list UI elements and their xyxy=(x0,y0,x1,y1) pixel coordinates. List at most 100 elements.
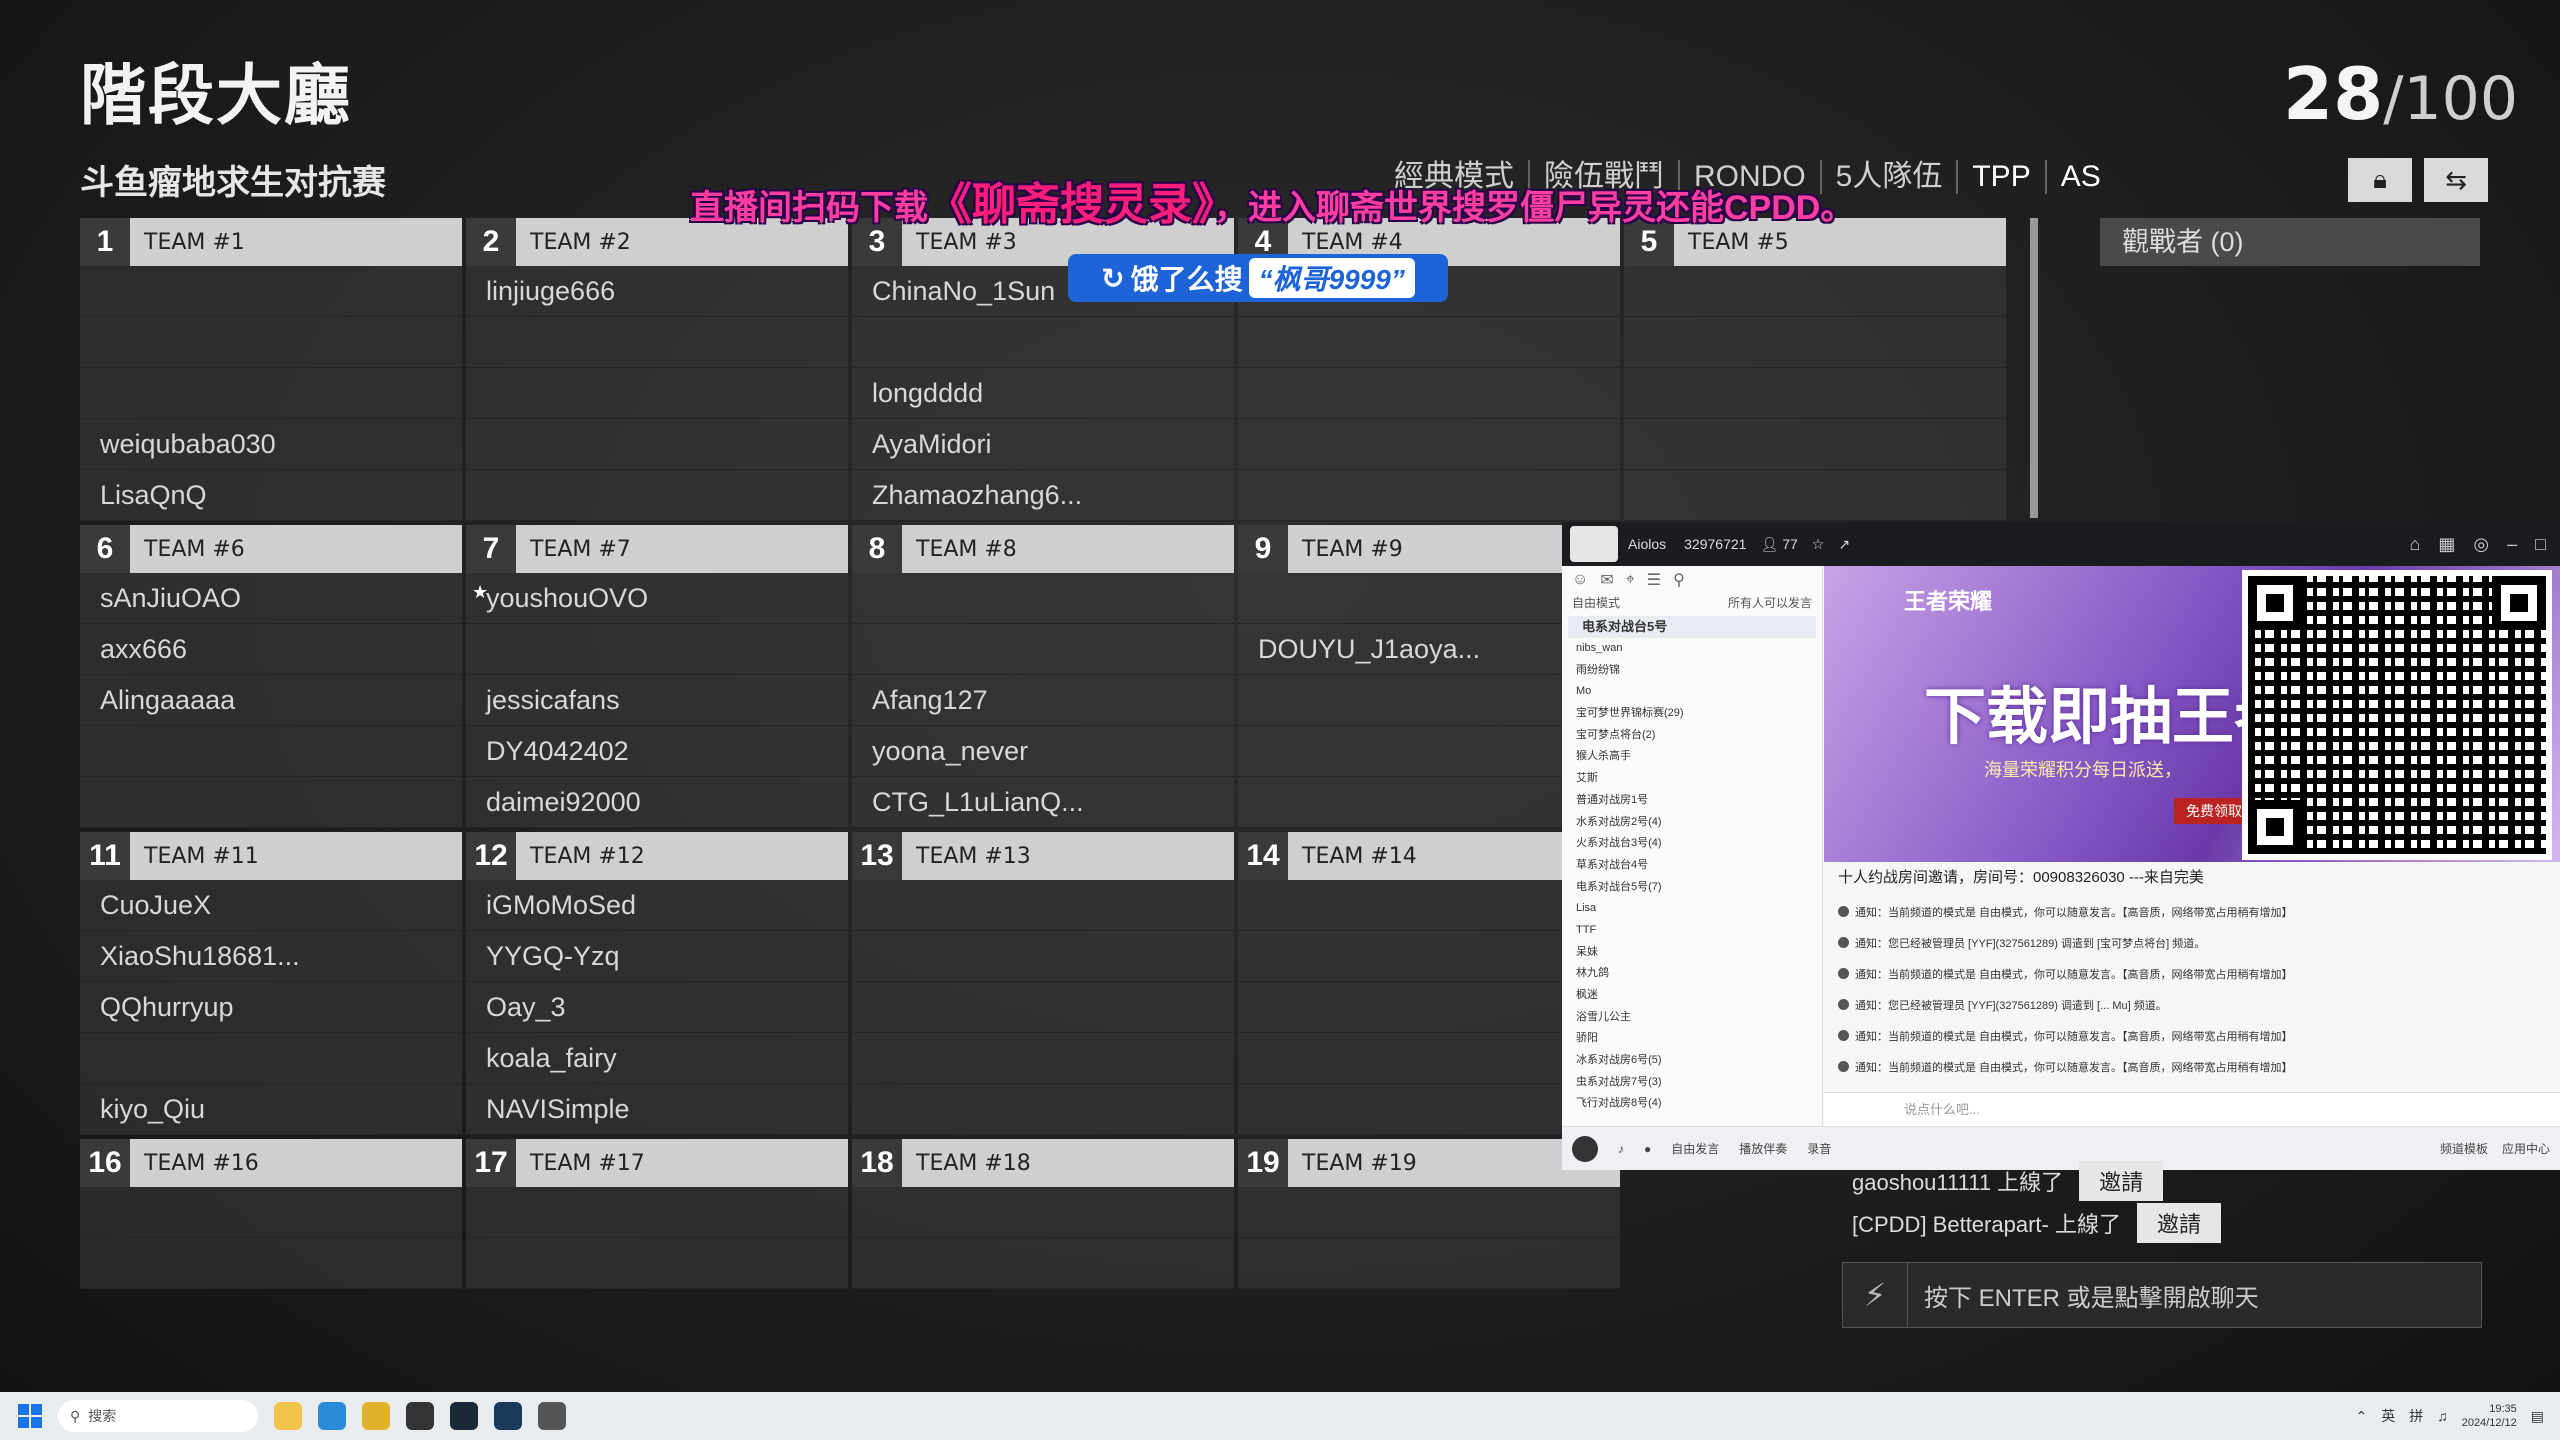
channel-tree-item[interactable]: Lisa xyxy=(1576,898,1822,920)
ime-mode[interactable]: 拼 xyxy=(2409,1406,2423,1426)
player-slot[interactable] xyxy=(1238,1238,1620,1289)
player-slot[interactable]: yoona_never xyxy=(852,726,1234,777)
team-header[interactable]: 18 TEAM #18 xyxy=(852,1139,1234,1187)
gamepad-icon[interactable]: ◎ xyxy=(2473,534,2489,555)
record-button[interactable]: 录音 xyxy=(1807,1140,1831,1157)
channel-tree-item[interactable]: 雨纷纷锦 xyxy=(1576,660,1822,682)
player-slot[interactable] xyxy=(466,317,848,368)
player-slot[interactable] xyxy=(1624,266,2006,317)
player-slot[interactable]: CTG_L1uLianQ... xyxy=(852,777,1234,828)
steam-icon[interactable] xyxy=(450,1402,478,1430)
lock-button[interactable]: 🔒︎ xyxy=(2348,158,2412,202)
channel-mode[interactable]: 自由模式 所有人可以发言 xyxy=(1562,594,1822,616)
channel-tree-item[interactable]: 呆妹 xyxy=(1576,942,1822,964)
team-header[interactable]: 16 TEAM #16 xyxy=(80,1139,462,1187)
player-slot[interactable] xyxy=(852,931,1234,982)
notification-icon[interactable]: ▤ xyxy=(2531,1408,2544,1425)
player-slot[interactable] xyxy=(852,573,1234,624)
ad-banner[interactable]: 王者荣耀 下载即抽王者 海量荣耀积分每日派送， 免费领取 xyxy=(1824,566,2560,862)
avatar[interactable] xyxy=(1570,526,1618,562)
app-icon[interactable] xyxy=(494,1402,522,1430)
player-slot[interactable] xyxy=(852,1033,1234,1084)
spectators-panel[interactable]: 觀戰者 (0) xyxy=(2100,218,2480,266)
team-header[interactable]: 7 TEAM #7 xyxy=(466,525,848,573)
lobby-chat-input[interactable]: ⚡︎ 按下 ENTER 或是點擊開啟聊天 xyxy=(1842,1262,2482,1328)
channel-tree-item[interactable]: 宝可梦点将台(2) xyxy=(1576,725,1822,747)
player-slot[interactable]: CuoJueX xyxy=(80,880,462,931)
swap-button[interactable]: ⇆ xyxy=(2424,158,2488,202)
star-icon[interactable]: ☆ xyxy=(1812,536,1825,553)
app-username[interactable]: Aiolos xyxy=(1628,536,1666,552)
team-header[interactable]: 13 TEAM #13 xyxy=(852,832,1234,880)
player-slot[interactable] xyxy=(852,982,1234,1033)
player-slot[interactable] xyxy=(466,368,848,419)
player-slot[interactable] xyxy=(1624,317,2006,368)
player-slot[interactable] xyxy=(466,1238,848,1289)
free-speak-button[interactable]: 自由发言 xyxy=(1671,1140,1719,1157)
team-list-scrollbar[interactable] xyxy=(2030,218,2038,518)
share-icon[interactable]: ↗ xyxy=(1838,536,1850,553)
channel-tree-item[interactable]: 水系对战房2号(4) xyxy=(1576,812,1822,834)
player-slot[interactable] xyxy=(466,419,848,470)
channel-tree-item[interactable]: 猴人杀高手 xyxy=(1576,746,1822,768)
channel-tree-item[interactable]: 草系对战台4号 xyxy=(1576,855,1822,877)
player-slot[interactable]: Oay_3 xyxy=(466,982,848,1033)
channel-template-button[interactable]: 频道模板 xyxy=(2440,1140,2488,1157)
player-slot[interactable] xyxy=(466,470,848,521)
player-slot[interactable]: linjiuge666 xyxy=(466,266,848,317)
player-slot[interactable] xyxy=(80,1187,462,1238)
player-slot[interactable]: sAnJiuOAO xyxy=(80,573,462,624)
chevron-up-icon[interactable]: ⌃ xyxy=(2355,1408,2367,1425)
player-slot[interactable] xyxy=(852,624,1234,675)
player-slot[interactable]: Afang127 xyxy=(852,675,1234,726)
player-slot[interactable] xyxy=(80,266,462,317)
player-slot[interactable] xyxy=(1238,419,1620,470)
app-icon[interactable] xyxy=(406,1402,434,1430)
player-slot[interactable] xyxy=(1624,419,2006,470)
app-center-button[interactable]: 应用中心 xyxy=(2502,1140,2550,1157)
player-slot[interactable] xyxy=(466,1187,848,1238)
room-invite-line[interactable]: 十人约战房间邀请，房间号：00908326030 ---来自完美 xyxy=(1838,866,2204,887)
search-icon[interactable]: ⚲ xyxy=(1673,570,1685,590)
player-slot[interactable] xyxy=(1624,470,2006,521)
app-icon[interactable] xyxy=(538,1402,566,1430)
chat-icon[interactable]: ✉ xyxy=(1600,570,1613,590)
channel-tree-item[interactable]: nibs_wan xyxy=(1576,638,1822,660)
channel-tree-item[interactable]: 艾斯 xyxy=(1576,768,1822,790)
player-slot[interactable]: QQhurryup xyxy=(80,982,462,1033)
player-slot[interactable]: youshouOVO ★ xyxy=(466,573,848,624)
player-slot[interactable] xyxy=(80,726,462,777)
player-slot[interactable]: NAVISimple xyxy=(466,1084,848,1135)
player-slot[interactable]: Zhamaozhang6... xyxy=(852,470,1234,521)
player-slot[interactable] xyxy=(852,880,1234,931)
mic-icon[interactable]: ● xyxy=(1644,1142,1651,1156)
file-explorer-icon[interactable] xyxy=(274,1402,302,1430)
invite-button[interactable]: 邀請 xyxy=(2136,1203,2221,1243)
player-slot[interactable]: iGMoMoSed xyxy=(466,880,848,931)
ime-lang[interactable]: 英 xyxy=(2381,1406,2395,1426)
home-icon[interactable]: ⌂ xyxy=(2410,534,2421,555)
current-channel[interactable]: 电系对战台5号 xyxy=(1568,616,1816,638)
edge-browser-icon[interactable] xyxy=(318,1402,346,1430)
player-slot[interactable]: DY4042402 xyxy=(466,726,848,777)
player-slot[interactable]: XiaoShu18681... xyxy=(80,931,462,982)
player-slot[interactable] xyxy=(852,317,1234,368)
channel-tree-item[interactable]: 虫系对战房7号(3) xyxy=(1576,1072,1822,1094)
channel-tree-item[interactable]: TTF xyxy=(1576,920,1822,942)
player-slot[interactable]: Alingaaaaa xyxy=(80,675,462,726)
player-slot[interactable] xyxy=(80,777,462,828)
channel-tree-item[interactable]: 电系对战台5号(7) xyxy=(1576,877,1822,899)
list-icon[interactable]: ☰ xyxy=(1647,570,1661,590)
player-slot[interactable] xyxy=(80,1238,462,1289)
player-slot[interactable]: koala_fairy xyxy=(466,1033,848,1084)
player-slot[interactable] xyxy=(852,1084,1234,1135)
player-slot[interactable] xyxy=(852,1238,1234,1289)
team-header[interactable]: 17 TEAM #17 xyxy=(466,1139,848,1187)
player-slot[interactable]: jessicafans xyxy=(466,675,848,726)
player-slot[interactable]: daimei92000 xyxy=(466,777,848,828)
team-header[interactable]: 1 TEAM #1 xyxy=(80,218,462,266)
player-slot[interactable]: kiyo_Qiu xyxy=(80,1084,462,1135)
channel-tree-item[interactable]: 林九鸽 xyxy=(1576,963,1822,985)
player-slot[interactable]: LisaQnQ xyxy=(80,470,462,521)
channel-tree-item[interactable]: 冰系对战房6号(5) xyxy=(1576,1050,1822,1072)
